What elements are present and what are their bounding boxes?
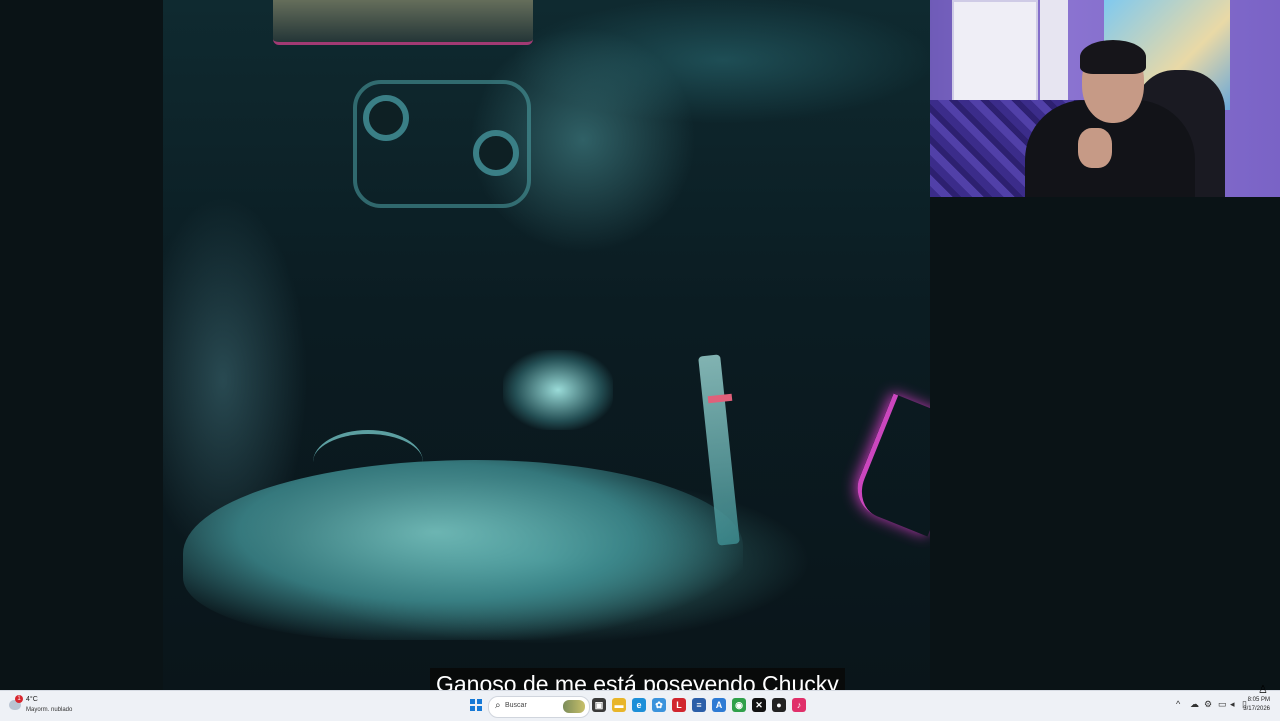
clock-date: 3/17/2026: [1243, 706, 1270, 712]
windows-logo-icon: [477, 706, 482, 711]
word-icon[interactable]: ≡: [692, 698, 706, 712]
windows-logo-icon: [477, 699, 482, 704]
volume-icon[interactable]: ◂: [1230, 699, 1235, 710]
search-highlight-image: [563, 700, 585, 713]
start-button[interactable]: [470, 699, 482, 711]
search-placeholder: Buscar: [505, 702, 527, 709]
lighter-band: [707, 393, 733, 404]
tiktok-icon[interactable]: ♪: [792, 698, 806, 712]
weather-widget[interactable]: 1 4°C Mayorm. nublado: [6, 694, 86, 718]
video-frame: [163, 0, 930, 690]
ambient-pink-light: [848, 393, 930, 537]
photos-icon[interactable]: ✿: [652, 698, 666, 712]
weather-alert-badge: 1: [15, 695, 23, 703]
subtitle-text: Ganoso de me está poseyendo Chucky: [436, 671, 839, 690]
search-icon: ⌕: [495, 700, 501, 711]
windows-logo-icon: [470, 699, 475, 704]
windows-taskbar: 1 4°C Mayorm. nublado ⌕ Buscar ▣ ▬ e ✿ L ≡ A ◉ ✕…: [0, 684, 1280, 721]
capcut-icon[interactable]: ✕: [752, 698, 766, 712]
dark-app-icon[interactable]: ●: [772, 698, 786, 712]
task-view-icon[interactable]: ▣: [592, 698, 606, 712]
file-explorer-icon[interactable]: ▬: [612, 698, 626, 712]
tray-overflow-icon[interactable]: ^: [1176, 699, 1180, 709]
taskbar-clock[interactable]: 8:05 PM 3/17/2026: [1243, 696, 1270, 714]
settings-icon[interactable]: ⚙: [1204, 699, 1212, 710]
webcam-person-hair: [1080, 40, 1146, 74]
air-vent-right: [473, 130, 519, 176]
webcam-door-edge: [1040, 0, 1068, 110]
edge-icon[interactable]: e: [632, 698, 646, 712]
car-infotainment-screen: [273, 0, 533, 45]
chrome-icon[interactable]: ◉: [732, 698, 746, 712]
webcam-overlay: [930, 0, 1280, 197]
weather-temperature: 4°C: [26, 696, 38, 703]
network-icon[interactable]: ▭: [1218, 699, 1227, 710]
air-vent-left: [363, 95, 409, 141]
blurred-hand: [503, 350, 613, 430]
subtitle-caption: Ganoso de me está poseyendo Chucky: [430, 668, 845, 690]
video-player[interactable]: Ganoso de me está poseyendo Chucky: [0, 0, 1280, 690]
blue-app-icon[interactable]: A: [712, 698, 726, 712]
clock-time: 8:05 PM: [1247, 697, 1270, 703]
weather-description: Mayorm. nublado: [26, 707, 73, 713]
notification-icon[interactable]: ♙: [1258, 683, 1268, 696]
webcam-door: [952, 0, 1038, 114]
webcam-person-hand: [1078, 128, 1112, 168]
blurred-arm: [183, 460, 743, 640]
red-app-icon[interactable]: L: [672, 698, 686, 712]
windows-logo-icon: [470, 706, 475, 711]
onedrive-icon[interactable]: ☁: [1190, 699, 1199, 710]
taskbar-search[interactable]: ⌕ Buscar: [488, 696, 590, 718]
